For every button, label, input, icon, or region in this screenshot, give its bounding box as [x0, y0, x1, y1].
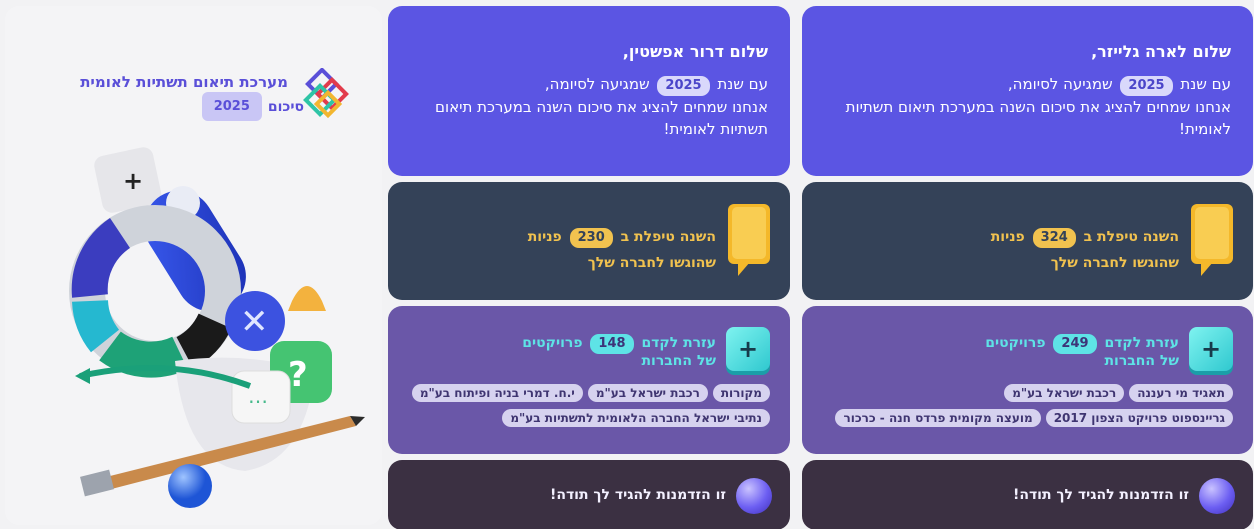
thanks-card: זו הזדמנות להגיד לך תודה! [388, 460, 790, 529]
speech-bubble-icon [728, 204, 770, 276]
svg-text:+: + [123, 167, 143, 195]
projects-pre: עזרת לקדם [641, 335, 716, 351]
projects-line-1: עזרת לקדם 148 פרויקטים [522, 334, 716, 354]
inquiries-line-2: שהוגשו לחברה שלך [1050, 255, 1179, 271]
inquiries-post: פניות [527, 229, 562, 245]
hero-subtitle-text: סיכום [267, 98, 304, 115]
intro-pre: עם שנת [717, 75, 768, 93]
inquiries-pre: השנה טיפלת ב [620, 229, 716, 245]
intro-post: שמגיעה לסיומה, [544, 75, 650, 93]
company-tag: מועצה מקומית פרדס חנה - כרכור [835, 409, 1041, 427]
projects-card: + עזרת לקדם 148 פרויקטים של החברות מקורו… [388, 306, 790, 454]
projects-card: + עזרת לקדם 249 פרויקטים של החברות תאגיד… [802, 306, 1253, 454]
orb-icon [736, 478, 772, 514]
hero-subtitle: סיכום 2025 [201, 92, 304, 121]
projects-pre: עזרת לקדם [1104, 335, 1179, 351]
year-badge: 2025 [657, 76, 710, 96]
projects-post: פרויקטים [985, 335, 1046, 351]
projects-line-1: עזרת לקדם 249 פרויקטים [985, 334, 1179, 354]
greeting-title: שלום דרור אפשטין, [622, 42, 768, 61]
speech-bubble-icon [1191, 204, 1233, 276]
company-tag: רכבת ישראל בע"מ [587, 384, 708, 402]
greeting-card: שלום דרור אפשטין, עם שנת 2025 שמגיעה לסי… [388, 6, 790, 176]
company-tag: רכבת ישראל בע"מ [1004, 384, 1125, 402]
year-badge: 2025 [1120, 76, 1173, 96]
company-tag: תאגיד מי רעננה [1129, 384, 1233, 402]
inquiries-line-1: השנה טיפלת ב 324 פניות [991, 228, 1179, 248]
inquiries-count: 230 [569, 228, 613, 248]
inquiries-line-2: שהוגשו לחברה שלך [587, 255, 716, 271]
inquiries-count: 324 [1032, 228, 1076, 248]
svg-text:…: … [248, 384, 268, 408]
thanks-text: זו הזדמנות להגיד לך תודה! [1012, 487, 1189, 503]
orb-icon [1199, 478, 1235, 514]
projects-line-2: של החברות [641, 353, 716, 369]
plus-icon: + [1189, 327, 1233, 371]
company-tag: י.ח. דמרי בניה ופיתוח בע"מ [411, 384, 583, 402]
thanks-card: זו הזדמנות להגיד לך תודה! [802, 460, 1253, 529]
inquiries-line-1: השנה טיפלת ב 230 פניות [528, 228, 716, 248]
logo-icon [303, 68, 349, 119]
projects-count: 148 [590, 334, 634, 354]
hero-title: מערכת תיאום תשתיות לאומית [80, 73, 288, 91]
greeting-title: שלום לארה גלייזר, [1091, 42, 1231, 61]
company-tags: תאגיד מי רעננה רכבת ישראל בע"מ גריינספוט… [816, 384, 1233, 427]
projects-count: 249 [1053, 334, 1097, 354]
hero-year-badge: 2025 [201, 92, 262, 121]
inquiries-card: השנה טיפלת ב 324 פניות שהוגשו לחברה שלך [802, 182, 1253, 300]
intro-pre: עם שנת [1180, 75, 1231, 93]
projects-line-2: של החברות [1104, 353, 1179, 369]
inquiries-card: השנה טיפלת ב 230 פניות שהוגשו לחברה שלך [388, 182, 790, 300]
company-tag: נתיבי ישראל החברה הלאומית לתשתיות בע"מ [502, 409, 770, 427]
hero-panel: מערכת תיאום תשתיות לאומית סיכום 2025 + ✕… [5, 6, 382, 525]
company-tags: מקורות רכבת ישראל בע"מ י.ח. דמרי בניה ופ… [402, 384, 770, 427]
svg-text:✕: ✕ [240, 302, 269, 342]
intro-post: שמגיעה לסיומה, [1007, 75, 1113, 93]
projects-post: פרויקטים [522, 335, 583, 351]
company-tag: גריינספוט פרויקט הצפון 2017 [1045, 409, 1233, 427]
intro-rest: אנחנו שמחים להציג את סיכום השנה במערכת ת… [845, 98, 1231, 138]
inquiries-post: פניות [990, 229, 1025, 245]
greeting-text: עם שנת 2025 שמגיעה לסיומה, אנחנו שמחים ל… [410, 73, 768, 140]
greeting-card: שלום לארה גלייזר, עם שנת 2025 שמגיעה לסי… [802, 6, 1253, 176]
svg-text:?: ? [288, 355, 308, 395]
inquiries-pre: השנה טיפלת ב [1083, 229, 1179, 245]
thanks-text: זו הזדמנות להגיד לך תודה! [549, 487, 726, 503]
intro-rest: אנחנו שמחים להציג את סיכום השנה במערכת ת… [435, 98, 768, 138]
plus-icon: + [726, 327, 770, 371]
greeting-text: עם שנת 2025 שמגיעה לסיומה, אנחנו שמחים ל… [824, 73, 1231, 140]
hero-illustration: + ✕ ? … [69, 147, 365, 508]
company-tag: מקורות [712, 384, 770, 402]
